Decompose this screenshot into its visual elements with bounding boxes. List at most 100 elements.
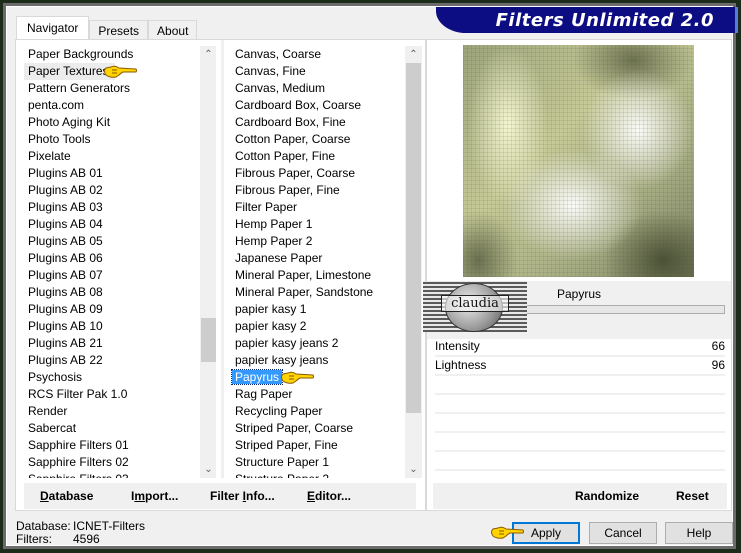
param-lightness[interactable]: Lightness 96 (435, 357, 725, 376)
list-item-label: papier kasy 2 (235, 319, 307, 333)
list-item[interactable]: Rag Paper (231, 386, 407, 403)
list-item[interactable]: Structure Paper 2 (231, 471, 407, 478)
list-item-label: Plugins AB 21 (28, 336, 103, 350)
list-item[interactable]: Fibrous Paper, Fine (231, 182, 407, 199)
list-item-label: Striped Paper, Fine (235, 438, 338, 452)
list-item-label: RCS Filter Pak 1.0 (28, 387, 128, 401)
list-item[interactable]: Plugins AB 06 (24, 250, 200, 267)
list-item[interactable]: Pixelate (24, 148, 200, 165)
navigator-button-bar: Database Import... Filter Info... Editor… (24, 483, 416, 509)
list-item[interactable]: Plugins AB 21 (24, 335, 200, 352)
database-button[interactable]: Database (40, 489, 93, 503)
list-item[interactable]: Structure Paper 1 (231, 454, 407, 471)
list-item[interactable]: Paper Textures (24, 63, 115, 80)
category-scroll-thumb[interactable] (201, 318, 216, 362)
param-intensity[interactable]: Intensity 66 (435, 338, 725, 357)
banner-title: Filters Unlimited 2.0 (495, 9, 714, 31)
scroll-down-icon[interactable]: ⌄ (200, 461, 216, 478)
list-item[interactable]: Plugins AB 01 (24, 165, 200, 182)
list-item[interactable]: Hemp Paper 1 (231, 216, 407, 233)
list-item[interactable]: Filter Paper (231, 199, 407, 216)
scroll-up-icon[interactable]: ⌃ (405, 46, 422, 63)
list-item[interactable]: Photo Tools (24, 131, 200, 148)
list-item[interactable]: Plugins AB 09 (24, 301, 200, 318)
list-item[interactable]: Plugins AB 07 (24, 267, 200, 284)
tab-navigator[interactable]: Navigator (16, 16, 90, 40)
param-value[interactable]: 96 (712, 357, 725, 374)
param-empty-row (435, 395, 725, 414)
filter-scrollbar[interactable]: ⌃ ⌄ (405, 46, 422, 478)
banner-edge (735, 7, 738, 33)
list-item[interactable]: Cardboard Box, Coarse (231, 97, 407, 114)
editor-button[interactable]: Editor... (307, 489, 351, 503)
list-item[interactable]: Psychosis (24, 369, 200, 386)
category-scrollbar[interactable]: ⌃ ⌄ (200, 46, 216, 478)
list-item[interactable]: Canvas, Fine (231, 63, 407, 80)
column-divider (221, 40, 224, 478)
reset-button[interactable]: Reset (676, 489, 709, 503)
list-item[interactable]: Sapphire Filters 01 (24, 437, 200, 454)
list-item[interactable]: papier kasy 1 (231, 301, 407, 318)
list-item[interactable]: Recycling Paper (231, 403, 407, 420)
list-item-label: Papyrus (231, 369, 284, 385)
filter-list[interactable]: Canvas, Coarse Canvas, Fine Canvas, Medium… (231, 46, 423, 478)
list-item[interactable]: Papyrus (231, 369, 407, 386)
list-item-label: Plugins AB 08 (28, 285, 103, 299)
list-item-label: Psychosis (28, 370, 83, 384)
list-item[interactable]: papier kasy jeans 2 (231, 335, 407, 352)
list-item[interactable]: Canvas, Coarse (231, 46, 407, 63)
list-item[interactable]: Render (24, 403, 200, 420)
pointing-hand-icon (104, 65, 137, 78)
randomize-button[interactable]: Randomize (575, 489, 639, 503)
tab-presets[interactable]: Presets (89, 20, 149, 40)
list-item[interactable]: Paper Backgrounds (24, 46, 200, 63)
list-item-label: Canvas, Fine (235, 64, 306, 78)
param-value[interactable]: 66 (712, 338, 725, 355)
list-item[interactable]: Sapphire Filters 02 (24, 454, 200, 471)
list-item[interactable]: Fibrous Paper, Coarse (231, 165, 407, 182)
import-button[interactable]: Import... (131, 489, 178, 503)
list-item-label: Sapphire Filters 02 (28, 455, 129, 469)
list-item[interactable]: Plugins AB 08 (24, 284, 200, 301)
help-button[interactable]: Help (665, 522, 733, 544)
scroll-down-icon[interactable]: ⌄ (405, 461, 422, 478)
list-item[interactable]: Plugins AB 22 (24, 352, 200, 369)
list-item[interactable]: Cardboard Box, Fine (231, 114, 407, 131)
list-item-label: Photo Aging Kit (28, 115, 111, 129)
list-item[interactable]: Canvas, Medium (231, 80, 407, 97)
cancel-button[interactable]: Cancel (589, 522, 657, 544)
list-item-label: Pattern Generators (28, 81, 131, 95)
list-item[interactable]: Sabercat (24, 420, 200, 437)
filter-items: Canvas, Coarse Canvas, Fine Canvas, Medium… (231, 46, 407, 478)
list-item[interactable]: Photo Aging Kit (24, 114, 200, 131)
list-item-label: Cardboard Box, Fine (235, 115, 346, 129)
filter-info-button[interactable]: Filter Info... (210, 489, 275, 503)
list-item[interactable]: Striped Paper, Coarse (231, 420, 407, 437)
list-item[interactable]: RCS Filter Pak 1.0 (24, 386, 200, 403)
list-item[interactable]: Pattern Generators (24, 80, 200, 97)
filter-scroll-thumb[interactable] (406, 63, 421, 414)
list-item[interactable]: Plugins AB 03 (24, 199, 200, 216)
list-item[interactable]: Sapphire Filters 03 (24, 471, 200, 478)
list-item[interactable]: Striped Paper, Fine (231, 437, 407, 454)
list-item[interactable]: Mineral Paper, Sandstone (231, 284, 407, 301)
list-item[interactable]: Mineral Paper, Limestone (231, 267, 407, 284)
category-list[interactable]: Paper Backgrounds Paper Textures Pattern G… (24, 46, 216, 478)
list-item[interactable]: papier kasy 2 (231, 318, 407, 335)
list-item-label: Filter Paper (235, 200, 298, 214)
tab-about[interactable]: About (148, 20, 198, 40)
list-item[interactable]: Cotton Paper, Fine (231, 148, 407, 165)
list-item[interactable]: Japanese Paper (231, 250, 407, 267)
filter-preview-image[interactable] (463, 45, 694, 277)
list-item[interactable]: Cotton Paper, Coarse (231, 131, 407, 148)
list-item-label: Cotton Paper, Coarse (235, 132, 351, 146)
list-item-label: Plugins AB 10 (28, 319, 103, 333)
list-item[interactable]: Plugins AB 10 (24, 318, 200, 335)
scroll-up-icon[interactable]: ⌃ (200, 46, 216, 63)
list-item[interactable]: Plugins AB 04 (24, 216, 200, 233)
list-item[interactable]: papier kasy jeans (231, 352, 407, 369)
list-item[interactable]: Plugins AB 05 (24, 233, 200, 250)
list-item[interactable]: Hemp Paper 2 (231, 233, 407, 250)
list-item[interactable]: penta.com (24, 97, 200, 114)
list-item[interactable]: Plugins AB 02 (24, 182, 200, 199)
